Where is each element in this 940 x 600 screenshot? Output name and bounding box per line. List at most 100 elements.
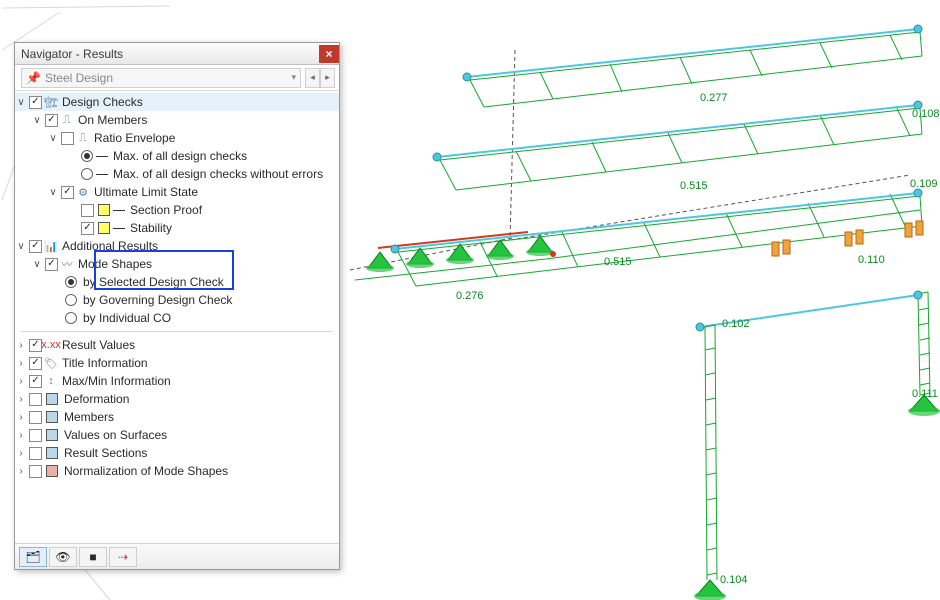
tree-label: Max. of all design checks without errors xyxy=(113,167,323,181)
checkbox[interactable] xyxy=(29,339,42,352)
tree-item-design-checks[interactable]: ∨ 🏗 Design Checks xyxy=(15,93,339,111)
tree-label: Deformation xyxy=(64,392,129,406)
tree-item-title-info[interactable]: › 🏷 Title Information xyxy=(15,354,339,372)
checkbox[interactable] xyxy=(29,393,42,406)
checkbox[interactable] xyxy=(29,240,42,253)
prev-button[interactable]: ◂ xyxy=(305,68,320,88)
footer-tab-camera[interactable]: ■ xyxy=(79,547,107,567)
camera-icon: ■ xyxy=(89,550,96,564)
checkbox[interactable] xyxy=(81,204,94,217)
expand-toggle[interactable]: › xyxy=(15,340,27,351)
tree-label: Max/Min Information xyxy=(62,374,171,388)
expand-toggle[interactable]: › xyxy=(15,430,27,441)
tree-label: Ultimate Limit State xyxy=(94,185,198,199)
tree-item-values-surfaces[interactable]: › Values on Surfaces xyxy=(15,426,339,444)
tree-label: Ratio Envelope xyxy=(94,131,175,145)
close-button[interactable]: × xyxy=(319,45,339,63)
tree-item-ratio-opt2[interactable]: Max. of all design checks without errors xyxy=(15,165,339,183)
expand-toggle[interactable]: ∨ xyxy=(31,259,43,270)
tree-item-result-sections[interactable]: › Result Sections xyxy=(15,444,339,462)
radio[interactable] xyxy=(81,150,93,162)
tree-item-maxmin-info[interactable]: › ↕ Max/Min Information xyxy=(15,372,339,390)
footer-tab-view[interactable]: 👁 xyxy=(49,547,77,567)
expand-toggle[interactable]: ∨ xyxy=(47,187,59,198)
radio[interactable] xyxy=(81,168,93,180)
checkbox[interactable] xyxy=(29,96,42,109)
tree-item-stability[interactable]: Stability xyxy=(15,219,339,237)
design-module-dropdown[interactable]: 📌 Steel Design ▾ xyxy=(21,68,301,88)
radio[interactable] xyxy=(65,294,77,306)
tree-item-mode-opt1[interactable]: by Selected Design Check xyxy=(15,273,339,291)
checkbox[interactable] xyxy=(45,114,58,127)
checkbox[interactable] xyxy=(61,186,74,199)
result-value-label: 0.277 xyxy=(700,92,728,104)
tree-item-result-values[interactable]: › x.xx Result Values xyxy=(15,336,339,354)
tree-label: Title Information xyxy=(62,356,148,370)
tree-item-ratio-envelope[interactable]: ∨ ⎍ Ratio Envelope xyxy=(15,129,339,147)
tree-label: by Governing Design Check xyxy=(83,293,232,307)
checkbox[interactable] xyxy=(29,465,42,478)
tree-label: Result Values xyxy=(62,338,135,352)
nav-icon: 🗂 xyxy=(25,550,40,564)
eye-icon: 👁 xyxy=(55,550,70,564)
tree-item-mode-shapes[interactable]: ∨ 〰 Mode Shapes xyxy=(15,255,339,273)
result-value-label: 0.515 xyxy=(604,256,632,268)
footer-tab-nav[interactable]: 🗂 xyxy=(19,547,47,567)
checkbox[interactable] xyxy=(61,132,74,145)
radio[interactable] xyxy=(65,312,77,324)
color-swatch xyxy=(46,429,58,441)
checkbox[interactable] xyxy=(29,375,42,388)
tree-item-on-members[interactable]: ∨ ⎍ On Members xyxy=(15,111,339,129)
expand-toggle[interactable]: › xyxy=(15,412,27,423)
results-tree[interactable]: ∨ 🏗 Design Checks ∨ ⎍ On Members ∨ ⎍ Rat… xyxy=(15,91,339,543)
footer-tab-results[interactable]: ⇢ xyxy=(109,547,137,567)
tree-item-mode-opt2[interactable]: by Governing Design Check xyxy=(15,291,339,309)
expand-toggle[interactable]: › xyxy=(15,376,27,387)
tree-label: Additional Results xyxy=(62,239,158,253)
tree-item-deformation[interactable]: › Deformation xyxy=(15,390,339,408)
members-icon: ⎍ xyxy=(60,114,74,127)
checkbox[interactable] xyxy=(29,411,42,424)
checkbox[interactable] xyxy=(29,447,42,460)
chevron-down-icon: ▾ xyxy=(291,72,296,83)
tree-label: Mode Shapes xyxy=(78,257,152,271)
tree-item-normalization[interactable]: › Normalization of Mode Shapes xyxy=(15,462,339,480)
tree-label: Design Checks xyxy=(62,95,143,109)
result-value-label: 0.109 xyxy=(910,178,938,190)
tree-item-mode-opt3[interactable]: by Individual CO xyxy=(15,309,339,327)
tree-item-ratio-opt1[interactable]: Max. of all design checks xyxy=(15,147,339,165)
result-value-label: 0.111 xyxy=(912,388,938,400)
expand-toggle[interactable]: ∨ xyxy=(15,241,27,252)
expand-toggle[interactable]: › xyxy=(15,394,27,405)
tree-item-section-proof[interactable]: Section Proof xyxy=(15,201,339,219)
result-value-label: 0.110 xyxy=(858,254,885,266)
tree-item-members[interactable]: › Members xyxy=(15,408,339,426)
maxmin-icon: ↕ xyxy=(44,375,58,387)
checkbox[interactable] xyxy=(29,357,42,370)
pin-icon: 📌 xyxy=(26,71,41,85)
tree-label: Max. of all design checks xyxy=(113,149,247,163)
tree-label: Members xyxy=(64,410,114,424)
expand-toggle[interactable]: › xyxy=(15,358,27,369)
result-value-label: 0.102 xyxy=(722,318,750,330)
expand-toggle[interactable]: ∨ xyxy=(47,133,59,144)
panel-titlebar[interactable]: Navigator - Results × xyxy=(15,43,339,65)
panel-footer: 🗂 👁 ■ ⇢ xyxy=(15,543,339,569)
uls-icon: ⚙ xyxy=(76,186,90,199)
envelope-icon: ⎍ xyxy=(76,132,90,145)
mode-shape-icon: 〰 xyxy=(60,256,74,272)
tree-item-additional-results[interactable]: ∨ 📊 Additional Results xyxy=(15,237,339,255)
checkbox[interactable] xyxy=(29,429,42,442)
expand-toggle[interactable]: ∨ xyxy=(15,97,27,108)
next-button[interactable]: ▸ xyxy=(320,68,335,88)
radio[interactable] xyxy=(65,276,77,288)
tree-label: Normalization of Mode Shapes xyxy=(64,464,228,478)
tree-label: Values on Surfaces xyxy=(64,428,167,442)
checkbox[interactable] xyxy=(81,222,94,235)
expand-toggle[interactable]: › xyxy=(15,466,27,477)
expand-toggle[interactable]: › xyxy=(15,448,27,459)
checkbox[interactable] xyxy=(45,258,58,271)
results-icon: ⇢ xyxy=(118,550,128,564)
tree-item-uls[interactable]: ∨ ⚙ Ultimate Limit State xyxy=(15,183,339,201)
expand-toggle[interactable]: ∨ xyxy=(31,115,43,126)
